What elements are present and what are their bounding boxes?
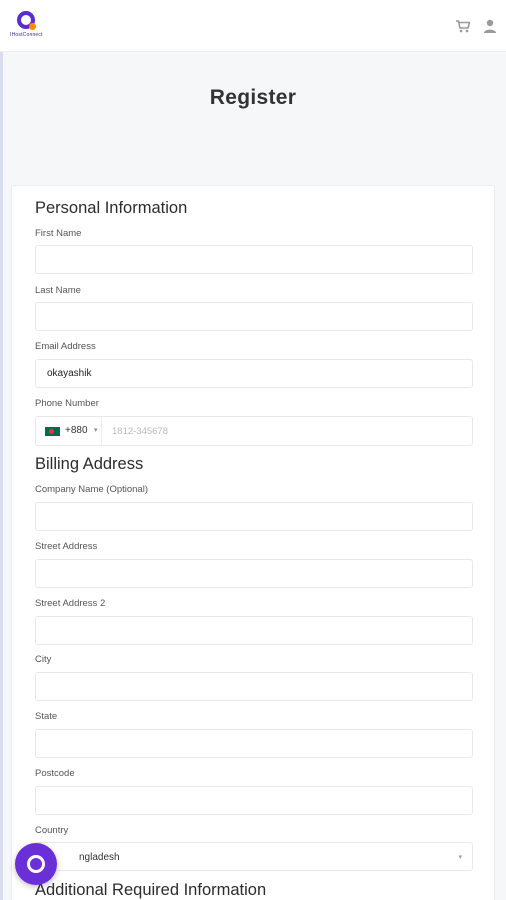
phone-field: +880 ▾ [35, 416, 473, 446]
left-accent-bar [0, 52, 3, 900]
city-input[interactable] [35, 672, 473, 701]
first-name-input[interactable] [35, 245, 473, 274]
email-label: Email Address [35, 341, 96, 352]
street2-label: Street Address 2 [35, 598, 106, 609]
cart-icon[interactable] [455, 18, 471, 34]
country-code-dropdown[interactable]: +880 ▾ [36, 417, 102, 445]
state-input[interactable] [35, 729, 473, 758]
street2-input[interactable] [35, 616, 473, 645]
chat-widget-button[interactable] [15, 843, 57, 885]
company-label: Company Name (Optional) [35, 484, 148, 495]
user-icon[interactable] [482, 18, 498, 34]
country-label: Country [35, 825, 69, 836]
top-navbar: IHostConnect [0, 0, 506, 52]
last-name-input[interactable] [35, 302, 473, 331]
additional-info-heading: Additional Required Information [35, 881, 267, 899]
billing-address-heading: Billing Address [35, 455, 144, 473]
state-label: State [35, 711, 58, 722]
first-name-label: First Name [35, 228, 82, 239]
personal-info-heading: Personal Information [35, 199, 188, 217]
email-input[interactable] [35, 359, 473, 388]
postcode-label: Postcode [35, 768, 75, 779]
postcode-input[interactable] [35, 786, 473, 815]
phone-label: Phone Number [35, 398, 99, 409]
chat-icon [27, 855, 45, 873]
phone-input[interactable] [102, 417, 472, 445]
country-select[interactable]: nglades​h ▾ [35, 842, 473, 871]
page-title: Register [209, 86, 297, 109]
chevron-down-icon: ▾ [94, 427, 98, 434]
brand-logo[interactable]: IHostConnect [10, 8, 56, 42]
city-label: City [35, 654, 52, 665]
chevron-down-icon: ▾ [458, 854, 462, 861]
last-name-label: Last Name [35, 285, 81, 296]
bangladesh-flag-icon [45, 427, 60, 436]
company-input[interactable] [35, 502, 473, 531]
country-select-value: nglades​h [79, 852, 120, 863]
logo-text: IHostConnect [10, 32, 43, 38]
country-code-text: +880 [65, 425, 88, 436]
logo-mark-icon [17, 11, 36, 30]
street-label: Street Address [35, 541, 98, 552]
street-input[interactable] [35, 559, 473, 588]
